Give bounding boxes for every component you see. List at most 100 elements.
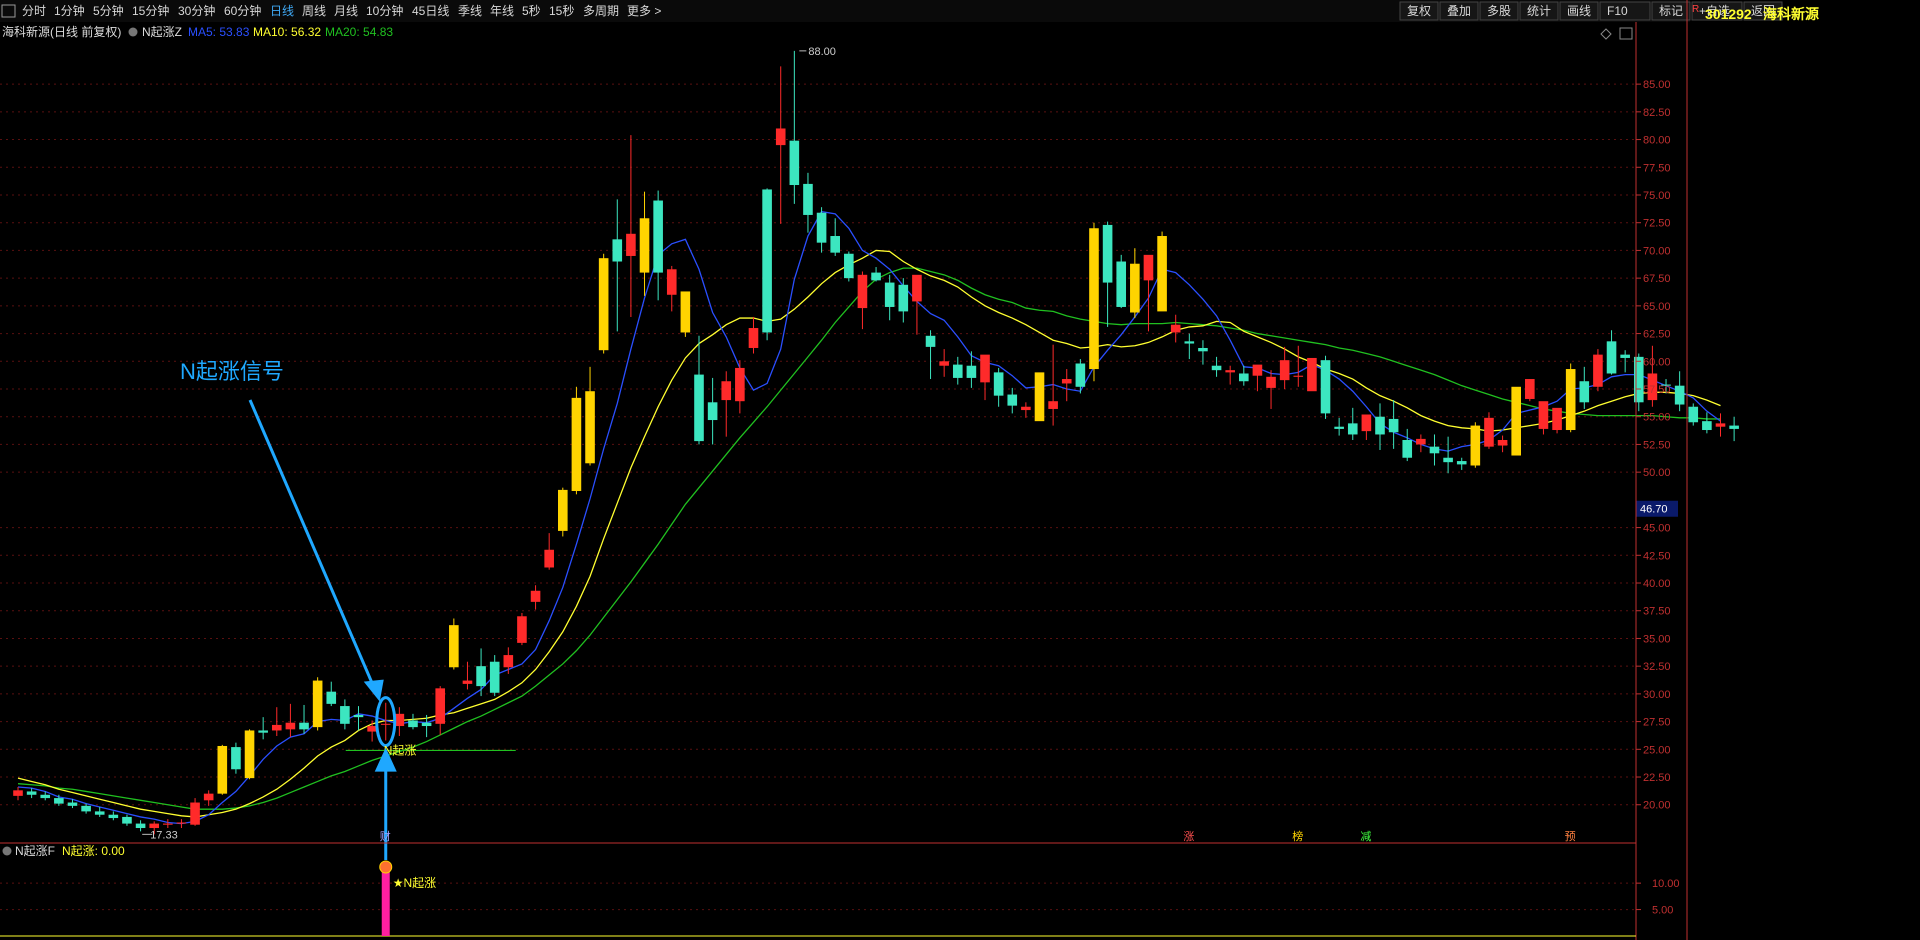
candle-body-48 [666,269,677,295]
candle-body-81 [1116,261,1127,307]
candle-body-8 [122,816,132,824]
y-tick-label-20: 32.50 [1643,661,1671,673]
candle-body-18 [258,730,268,733]
candle-body-104 [1429,446,1440,454]
candle-body-103 [1416,438,1426,445]
max-price-label: 88.00 [808,46,836,58]
candle-body-107 [1470,425,1481,466]
min-price-label: 17.33 [150,829,178,841]
candle-body-2 [40,794,51,799]
period-tab-3[interactable]: 15分钟 [132,3,169,18]
indicator-name[interactable]: N起涨Z [142,24,182,39]
candle-body-65 [898,284,909,312]
period-tab-11[interactable]: 季线 [458,4,482,18]
candle-body-83 [1143,254,1154,281]
candle-body-86 [1184,341,1195,344]
chart-title: 海科新源(日线 前复权) [2,24,121,39]
toolbar-button-2[interactable]: 多股 [1487,4,1511,18]
y-tick-label-1: 82.50 [1643,107,1671,119]
candle-body-44 [612,239,623,262]
candle-body-52 [721,381,732,401]
period-tab-5[interactable]: 60分钟 [224,3,261,18]
candle-body-46 [639,218,650,273]
candle-body-3 [54,798,64,804]
candle-body-79 [1089,228,1099,370]
toolbar-button-6[interactable]: 标记 [1659,4,1683,18]
candle-body-9 [135,823,146,829]
candle-body-93 [1279,360,1290,381]
candle-body-94 [1293,375,1304,377]
event-marker-0[interactable]: 财 [380,829,391,843]
y-tick-label-11: 57.50 [1643,384,1671,396]
y-tick-label-12: 55.00 [1643,412,1671,424]
period-tab-15[interactable]: 多周期 [583,4,619,18]
period-tab-2[interactable]: 5分钟 [93,3,124,18]
candle-body-61 [844,253,854,279]
candle-body-30 [421,722,432,727]
candle-body-45 [626,233,636,256]
candle-body-123 [1688,406,1699,423]
period-tab-7[interactable]: 周线 [302,4,326,18]
candle-body-14 [203,793,214,801]
period-tab-9[interactable]: 10分钟 [366,3,403,18]
period-tab-6[interactable]: 日线 [270,4,294,18]
candle-body-97 [1334,426,1344,429]
candle-body-112 [1538,401,1549,429]
y-tick-label-9: 62.50 [1643,329,1671,341]
price-tag-label: 46.70 [1640,504,1668,516]
settings-icon[interactable] [128,27,138,37]
candlestick-chart[interactable]: 分时 1分钟 5分钟 15分钟 30分钟 60分钟 日线 周线 月线 10分钟 45日线 季线 年线 5秒… [0,0,1920,940]
candle-body-101 [1388,418,1399,433]
y-tick-label-24: 22.50 [1643,772,1671,784]
y-tick-label-10: 60.00 [1643,356,1671,368]
event-marker-3[interactable]: 减 [1360,830,1371,843]
candle-body-89 [1225,370,1235,373]
sub-signal-dot [379,860,393,874]
candle-body-27 [380,723,391,725]
toolbar-button-5[interactable]: F10 [1607,4,1628,18]
sub-settings-icon[interactable] [2,846,12,856]
event-marker-4[interactable]: 预 [1565,830,1576,843]
period-tab-4[interactable]: 30分钟 [178,3,215,18]
candle-body-72 [993,372,1004,396]
period-tab-14[interactable]: 15秒 [549,4,574,18]
candle-body-118 [1620,354,1630,358]
candle-body-6 [94,811,105,815]
period-tab-10[interactable]: 45日线 [412,4,449,18]
candle-body-76 [1048,401,1058,409]
candle-body-60 [830,236,840,253]
candle-body-47 [653,200,663,273]
candle-body-41 [571,397,582,491]
candle-body-17 [244,730,255,779]
candle-body-40 [558,489,568,531]
candle-body-114 [1565,369,1576,431]
candle-body-71 [980,354,990,383]
period-tab-1[interactable]: 1分钟 [54,3,85,18]
candle-body-95 [1307,357,1317,392]
period-tab-0[interactable]: 分时 [22,4,46,18]
period-tab-13[interactable]: 5秒 [522,4,541,18]
candle-body-19 [271,724,282,731]
period-tab-8[interactable]: 月线 [334,4,358,18]
toolbar-button-4[interactable]: 画线 [1567,4,1591,18]
y-tick-label-14: 50.00 [1643,467,1671,479]
y-tick-label-0: 85.00 [1643,79,1671,91]
event-marker-2[interactable]: 榜 [1292,829,1303,843]
candle-body-12 [176,822,187,824]
candle-body-98 [1347,423,1358,435]
event-marker-1[interactable]: 涨 [1183,830,1194,843]
candle-body-59 [816,212,827,243]
sub-indicator-name[interactable]: N起涨F [15,843,55,858]
candle-body-5 [81,805,91,812]
period-tab-12[interactable]: 年线 [490,4,514,18]
toolbar-button-0[interactable]: 复权 [1407,4,1431,18]
stock-code: 301292 [1705,6,1752,22]
toolbar-button-3[interactable]: 统计 [1527,4,1551,18]
candle-body-36 [503,655,514,668]
period-tab-16[interactable]: 更多 > [627,4,661,18]
candle-body-67 [925,335,936,347]
toolbar-button-1[interactable]: 叠加 [1447,4,1471,18]
y-tick-label-23: 25.00 [1643,744,1671,756]
y-tick-label-16: 42.50 [1643,550,1671,562]
candle-body-50 [694,374,704,442]
